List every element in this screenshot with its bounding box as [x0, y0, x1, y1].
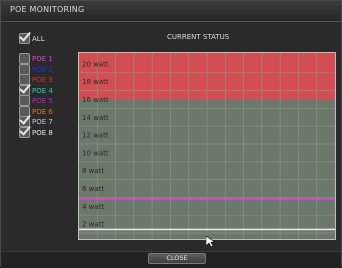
y-tick-label: 8 watt	[82, 167, 104, 175]
y-tick-label: 2 watt	[82, 221, 104, 229]
power-chart-svg: 20 watt 18 watt 16 watt 14 watt 12 watt 10 wa…	[79, 53, 335, 239]
poe-label-7: POE 7	[32, 118, 53, 126]
window-title: POE MONITORING	[10, 5, 85, 14]
poe-checkbox-2[interactable]	[19, 63, 30, 75]
y-tick-label: 4 watt	[82, 203, 104, 211]
y-tick-label: 18 watt	[82, 78, 109, 86]
power-chart: 20 watt 18 watt 16 watt 14 watt 12 watt 10 wa…	[78, 52, 336, 240]
current-status-title: CURRENT STATUS	[167, 33, 230, 41]
close-button[interactable]: CLOSE	[148, 253, 206, 264]
poe-label-5: POE 5	[32, 97, 53, 105]
poe-checkbox-4[interactable]	[19, 80, 31, 96]
y-tick-label: 6 watt	[82, 185, 104, 193]
poe-label-1: POE 1	[32, 55, 53, 63]
poe-label-3: POE 3	[32, 76, 53, 84]
poe-monitoring-window: POE MONITORING ALL CURRENT STATUS POE 1 P…	[0, 0, 342, 268]
poe-checkbox-5[interactable]	[19, 95, 30, 106]
poe-checkbox-1[interactable]	[19, 53, 30, 64]
mouse-cursor-icon	[206, 236, 215, 248]
y-tick-label: 20 watt	[82, 60, 109, 68]
poe-label-2: POE 2	[32, 65, 53, 74]
y-tick-label: 14 watt	[82, 114, 109, 122]
all-label: ALL	[32, 35, 45, 43]
title-bar: POE MONITORING	[1, 1, 341, 22]
y-tick-label: 10 watt	[82, 149, 109, 157]
all-checkbox[interactable]	[19, 29, 31, 44]
poe-label-8: POE 8	[32, 128, 53, 137]
poe-label-6: POE 6	[32, 107, 53, 116]
poe-label-4: POE 4	[32, 86, 53, 95]
check-icon	[19, 29, 31, 42]
poe-checkbox-8[interactable]	[19, 122, 31, 138]
y-tick-label: 12 watt	[82, 132, 109, 140]
y-tick-label: 16 watt	[82, 96, 109, 104]
